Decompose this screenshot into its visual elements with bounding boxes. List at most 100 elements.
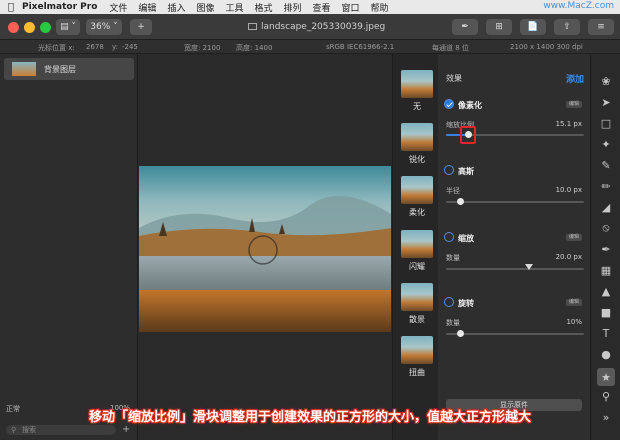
- zoom-dropdown[interactable]: 36% ˅: [86, 19, 122, 35]
- brush-icon[interactable]: ✏: [599, 179, 613, 193]
- retouch-button[interactable]: ✒: [452, 19, 478, 35]
- zoom-amount-value[interactable]: 20.0 px: [556, 253, 582, 261]
- gaussian-radius-value[interactable]: 10.0 px: [556, 186, 582, 194]
- menu-edit[interactable]: 编辑: [138, 1, 156, 14]
- effects-title: 效果: [446, 74, 462, 83]
- plus-icon: +: [137, 22, 145, 32]
- layer-thumbnail: [12, 62, 36, 76]
- style-tool-icon[interactable]: ❀: [599, 74, 613, 88]
- text-tool-icon[interactable]: T: [599, 326, 613, 340]
- eraser-icon[interactable]: ⦸: [599, 221, 613, 235]
- search-placeholder: 搜索: [22, 426, 36, 434]
- menu-format[interactable]: 格式: [254, 1, 272, 14]
- preset-thumbnail: [401, 123, 433, 151]
- preset-label: 锐化: [409, 155, 425, 164]
- zoom-effect-name[interactable]: 缩放: [458, 233, 474, 244]
- effects-tool-icon[interactable]: ★: [597, 368, 615, 386]
- gradient-icon[interactable]: ◢: [599, 200, 613, 214]
- canvas-area[interactable]: [138, 54, 392, 440]
- shape-tool-icon[interactable]: ■: [599, 305, 613, 319]
- zoom-effect-toggle[interactable]: [444, 232, 454, 242]
- effect-presets-column: 无 锐化 柔化 闪耀 散景 扭曲: [392, 54, 438, 440]
- cursor-x-value: 2678: [86, 43, 104, 51]
- chevron-down-icon: ˅: [113, 22, 118, 32]
- menu-tools[interactable]: 工具: [225, 1, 243, 14]
- effect-preset-none[interactable]: 无: [401, 70, 433, 112]
- effect-preset-glow[interactable]: 闪耀: [401, 230, 433, 272]
- pixelate-name[interactable]: 像素化: [458, 100, 482, 111]
- settings-button[interactable]: ≡: [588, 19, 614, 35]
- preset-thumbnail: [401, 230, 433, 258]
- arrow-tool-icon[interactable]: ➤: [599, 95, 613, 109]
- app-menu[interactable]: Pixelmator Pro: [22, 2, 97, 12]
- preset-label: 散景: [409, 315, 425, 324]
- tutorial-caption: 移动「缩放比例」滑块调整用于创建效果的正方形的大小，值越大正方形越大: [88, 410, 531, 425]
- zoom-level: 36%: [90, 22, 111, 32]
- slider-knob[interactable]: [524, 264, 533, 270]
- share-button[interactable]: ⇧: [554, 19, 580, 35]
- selection-tool-icon[interactable]: □: [599, 116, 613, 130]
- slider-knob[interactable]: [456, 330, 464, 337]
- tools-sidebar: ❀ ➤ □ ✦ ✎ ✏ ◢ ⦸ ✒ ▦ ▲ ■ T ● ★ ⚲ »: [590, 54, 620, 440]
- zoom-tool-icon[interactable]: ⚲: [599, 389, 613, 403]
- spin-amount-value[interactable]: 10%: [566, 318, 582, 326]
- add-button[interactable]: +: [130, 19, 152, 35]
- effect-preset-distort[interactable]: 扭曲: [401, 336, 433, 378]
- zoom-window-button[interactable]: [40, 22, 51, 33]
- export-button[interactable]: 📄: [520, 19, 546, 35]
- image-dimensions: 2100 x 1400 300 dpi: [510, 43, 583, 51]
- effect-preset-bokeh[interactable]: 散景: [401, 283, 433, 325]
- menu-arrange[interactable]: 排列: [284, 1, 302, 14]
- color-adjust-icon[interactable]: ●: [599, 347, 613, 361]
- spin-amount-slider[interactable]: [446, 330, 584, 337]
- layer-name: 背景图层: [44, 64, 76, 74]
- spin-name[interactable]: 旋转: [458, 298, 474, 309]
- menu-image[interactable]: 图像: [196, 1, 214, 14]
- menu-window[interactable]: 窗口: [342, 1, 360, 14]
- zoom-edit-button[interactable]: 编辑: [566, 234, 582, 241]
- spin-edit-button[interactable]: 编辑: [566, 299, 582, 306]
- window-toolbar: ▤ ˅ 36% ˅ + landscape_205330039.jpeg ✒ ⊞…: [0, 14, 620, 40]
- color-picker-icon[interactable]: ✎: [599, 158, 613, 172]
- minimize-window-button[interactable]: [24, 22, 35, 33]
- share-icon: ⇧: [563, 22, 571, 32]
- pen-tool-icon[interactable]: ✒: [599, 242, 613, 256]
- pixelate-scale-value[interactable]: 15.1 px: [556, 120, 582, 128]
- menu-file[interactable]: 文件: [109, 1, 127, 14]
- gaussian-toggle[interactable]: [444, 165, 454, 175]
- spin-toggle[interactable]: [444, 297, 454, 307]
- watermark: www.MacZ.com: [543, 1, 614, 11]
- zoom-amount-slider[interactable]: [446, 264, 584, 270]
- preset-thumbnail: [401, 176, 433, 204]
- crop-button[interactable]: ⊞: [486, 19, 512, 35]
- close-window-button[interactable]: [8, 22, 19, 33]
- landscape-image[interactable]: [139, 166, 391, 332]
- search-icon: ⚲: [11, 426, 17, 434]
- preset-label: 柔化: [409, 208, 425, 217]
- add-effect-button[interactable]: 添加: [566, 72, 584, 85]
- pixelate-edit-button[interactable]: 编辑: [566, 101, 582, 108]
- menu-help[interactable]: 帮助: [371, 1, 389, 14]
- add-layer-button[interactable]: +: [122, 424, 130, 435]
- gaussian-radius-slider[interactable]: [446, 198, 584, 205]
- menu-view[interactable]: 查看: [313, 1, 331, 14]
- layer-row-background[interactable]: 背景图层: [4, 58, 134, 80]
- gaussian-name[interactable]: 高斯: [458, 166, 474, 177]
- slider-knob[interactable]: [456, 198, 464, 205]
- sidebar-toggle-button[interactable]: ▤ ˅: [56, 19, 80, 35]
- layer-search-input[interactable]: ⚲ 搜索: [6, 425, 116, 435]
- retouch-tool-icon[interactable]: ▲: [599, 284, 613, 298]
- effect-preset-sharpen[interactable]: 锐化: [401, 123, 433, 165]
- pixelate-toggle[interactable]: [444, 99, 454, 109]
- image-height: 高度: 1400: [236, 44, 273, 52]
- cursor-y-value: -245: [122, 43, 138, 51]
- zoom-amount-label: 数量: [446, 254, 460, 262]
- menu-insert[interactable]: 插入: [167, 1, 185, 14]
- apple-icon[interactable]: : [0, 2, 22, 13]
- magic-wand-icon[interactable]: ✦: [599, 137, 613, 151]
- effect-preset-soften[interactable]: 柔化: [401, 176, 433, 218]
- spin-amount-label: 数量: [446, 319, 460, 327]
- pixelate-brush-icon[interactable]: ▦: [599, 263, 613, 277]
- cursor-x-label: 光标位置 x:: [38, 44, 75, 52]
- preset-thumbnail: [401, 70, 433, 98]
